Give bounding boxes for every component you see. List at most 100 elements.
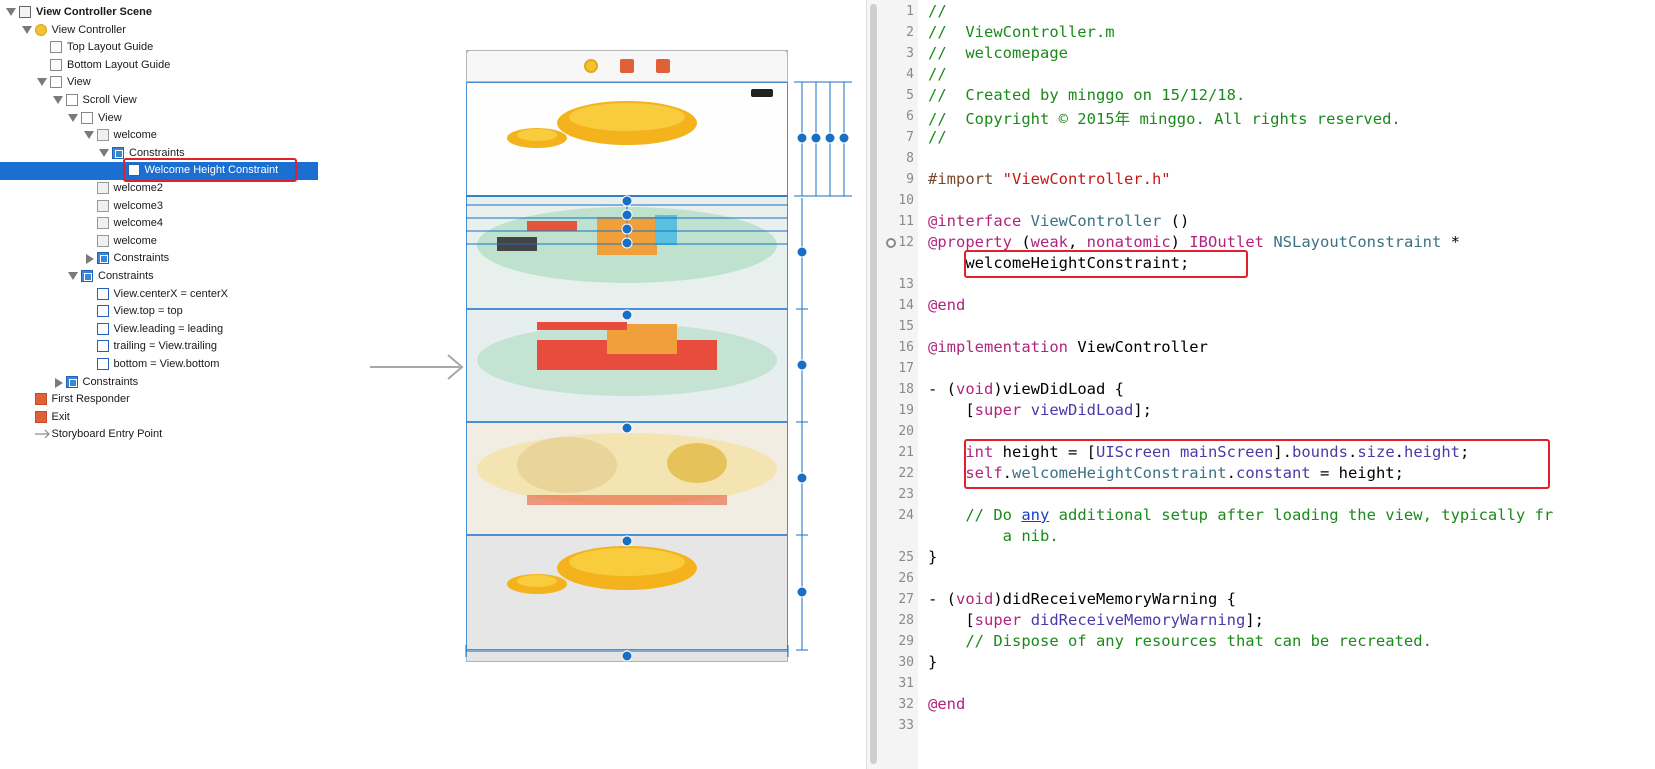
layout-guide-icon xyxy=(50,41,62,54)
scrollbar-thumb[interactable] xyxy=(870,4,877,764)
disclosure-triangle-icon[interactable] xyxy=(37,78,47,87)
disclosure-triangle-icon[interactable] xyxy=(54,377,63,388)
outline-item[interactable]: View Controller Scene xyxy=(0,4,318,22)
outline-item[interactable]: welcome2 xyxy=(0,180,318,198)
image-view-icon xyxy=(96,199,109,212)
constraint-icon xyxy=(96,305,109,318)
disclosure-triangle-icon[interactable] xyxy=(68,272,78,280)
disclosure-triangle-icon[interactable] xyxy=(99,148,109,157)
image-view-icon xyxy=(96,182,109,194)
code-line[interactable]: @property (weak, nonatomic) IBOutlet NSL… xyxy=(928,233,1460,251)
code-line[interactable]: // Created by minggo on 15/12/18. xyxy=(928,86,1245,104)
code-line[interactable]: - (void)viewDidLoad { xyxy=(928,380,1124,398)
outline-item[interactable]: View xyxy=(0,74,318,92)
outline-item-label: Scroll View xyxy=(82,94,137,106)
storyboard-canvas[interactable] xyxy=(318,0,866,769)
outline-item[interactable]: View.top = top xyxy=(0,303,318,321)
outline-item[interactable]: Storyboard Entry Point xyxy=(0,426,318,444)
code-line[interactable]: @end xyxy=(928,296,965,314)
code-line[interactable]: [super didReceiveMemoryWarning]; xyxy=(928,611,1264,629)
canvas-scrollbar[interactable] xyxy=(866,0,881,769)
first-responder-icon xyxy=(34,393,47,406)
outline-item-label: Constraints xyxy=(98,270,154,282)
disclosure-triangle-icon[interactable] xyxy=(52,96,63,104)
exit-icon xyxy=(34,410,47,423)
line-number: 21 xyxy=(898,445,914,460)
outline-item-label: welcome3 xyxy=(113,199,164,212)
constraint-overlay xyxy=(465,81,852,662)
outline-item[interactable]: View xyxy=(0,110,318,128)
line-number: 5 xyxy=(906,88,914,103)
document-outline: View Controller Scene View Controller Top … xyxy=(0,0,319,769)
outline-item[interactable]: welcome xyxy=(0,127,318,145)
code-line[interactable]: // Do any additional setup after loading… xyxy=(928,506,1553,524)
line-number: 1 xyxy=(906,4,914,19)
outline-item[interactable]: welcome3 xyxy=(0,198,318,216)
line-number: 17 xyxy=(898,361,914,376)
outline-item[interactable]: welcome4 xyxy=(0,215,318,233)
line-number: 13 xyxy=(898,277,914,292)
line-number: 20 xyxy=(898,424,914,439)
code-line[interactable]: // welcomepage xyxy=(928,44,1068,62)
outline-item[interactable]: View.leading = leading xyxy=(0,321,318,339)
code-line[interactable]: // Dispose of any resources that can be … xyxy=(928,632,1432,650)
line-number: 23 xyxy=(898,487,914,502)
code-editor[interactable]: //// ViewController.m// welcomepage//// … xyxy=(918,0,1655,769)
code-line[interactable]: } xyxy=(928,548,937,566)
line-number: 31 xyxy=(898,676,914,691)
outline-item-label: trailing = View.trailing xyxy=(113,340,217,353)
code-line[interactable]: @interface ViewController () xyxy=(928,212,1189,230)
line-number: 27 xyxy=(898,592,914,607)
outline-item[interactable]: bottom = View.bottom xyxy=(0,356,318,374)
outline-item-label: View xyxy=(98,111,122,124)
outline-item-label: View.leading = leading xyxy=(113,322,224,335)
outline-item[interactable]: welcome xyxy=(0,233,318,251)
code-line[interactable]: - (void)didReceiveMemoryWarning { xyxy=(928,590,1236,608)
highlight-box xyxy=(122,158,297,183)
line-number: 18 xyxy=(898,382,914,397)
layout-guide-icon xyxy=(50,58,62,71)
code-line[interactable]: a nib. xyxy=(928,527,1059,545)
code-line[interactable]: // xyxy=(928,128,947,146)
code-line[interactable]: } xyxy=(928,653,937,671)
outline-item[interactable]: First Responder xyxy=(0,391,318,409)
code-line[interactable]: // Copyright © 2015年 minggo. All rights … xyxy=(928,107,1401,129)
constraints-icon xyxy=(112,146,124,159)
code-line[interactable]: // ViewController.m xyxy=(928,23,1115,41)
code-line[interactable]: @implementation ViewController xyxy=(928,338,1208,356)
disclosure-triangle-icon[interactable] xyxy=(68,113,78,122)
outline-item[interactable]: trailing = View.trailing xyxy=(0,338,318,356)
outlet-connection-icon[interactable] xyxy=(886,238,896,248)
outline-item[interactable]: Constraints xyxy=(0,250,318,268)
outline-item[interactable]: Top Layout Guide xyxy=(0,39,318,57)
outline-item[interactable]: Constraints xyxy=(0,374,318,392)
image-view-icon xyxy=(96,234,109,247)
code-highlight-box xyxy=(964,439,1550,489)
outline-item[interactable]: View Controller xyxy=(0,22,318,40)
scene-icon xyxy=(19,6,31,18)
outline-item-label: View xyxy=(67,76,91,89)
outline-item[interactable]: Bottom Layout Guide xyxy=(0,57,318,75)
disclosure-triangle-icon[interactable] xyxy=(83,131,94,140)
disclosure-triangle-icon[interactable] xyxy=(21,25,32,34)
outline-item[interactable]: Scroll View xyxy=(0,92,318,110)
line-number: 32 xyxy=(898,697,914,712)
image-view-icon xyxy=(96,217,109,230)
disclosure-triangle-icon[interactable] xyxy=(85,254,94,265)
code-line[interactable]: @end xyxy=(928,695,965,713)
disclosure-triangle-icon[interactable] xyxy=(6,8,16,16)
outline-item-label: View.top = top xyxy=(113,305,183,318)
outline-item-label: welcome4 xyxy=(113,217,164,230)
constraint-icon xyxy=(96,322,109,335)
line-number: 3 xyxy=(906,46,914,61)
code-line[interactable]: // xyxy=(928,2,947,20)
outline-item[interactable]: Constraints xyxy=(0,268,318,286)
line-number: 10 xyxy=(898,193,914,208)
code-line[interactable]: [super viewDidLoad]; xyxy=(928,401,1152,419)
code-line[interactable]: // xyxy=(928,65,947,83)
line-number: 9 xyxy=(906,172,914,187)
outline-item[interactable]: Exit xyxy=(0,409,318,427)
code-line[interactable]: #import "ViewController.h" xyxy=(928,170,1171,188)
outline-item[interactable]: View.centerX = centerX xyxy=(0,286,318,304)
entry-arrow-icon xyxy=(34,428,50,440)
